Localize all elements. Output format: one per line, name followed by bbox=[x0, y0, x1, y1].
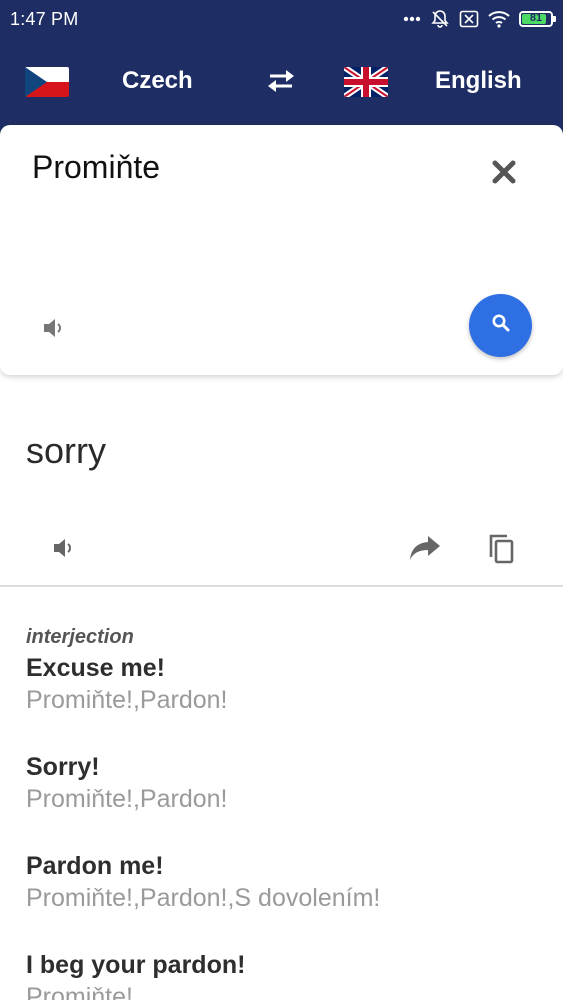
wifi-icon bbox=[488, 10, 510, 28]
list-item[interactable]: Pardon me! Promiňte!,Pardon!,S dovolením… bbox=[26, 850, 556, 949]
source-language-button[interactable]: Czech bbox=[122, 67, 193, 95]
status-icons: 81 bbox=[403, 9, 556, 29]
part-of-speech-label: interjection bbox=[26, 626, 134, 648]
search-icon bbox=[491, 313, 511, 338]
input-card: Promiňte bbox=[0, 125, 563, 375]
battery-indicator: 81 bbox=[519, 11, 556, 27]
status-bar: 1:47 PM 81 bbox=[0, 0, 563, 38]
copy-icon[interactable] bbox=[487, 533, 515, 570]
list-item[interactable]: Excuse me! Promiňte!,Pardon! bbox=[26, 652, 556, 751]
list-item[interactable]: I beg your pardon! Promiňte! bbox=[26, 949, 556, 1000]
entry-synonyms: Promiňte!,Pardon!,S dovolením! bbox=[26, 884, 381, 912]
sim-off-icon bbox=[459, 10, 479, 28]
source-text-input[interactable]: Promiňte bbox=[32, 149, 160, 186]
entry-term: I beg your pardon! bbox=[26, 951, 246, 979]
close-icon[interactable] bbox=[490, 158, 518, 191]
entry-synonyms: Promiňte!,Pardon! bbox=[26, 686, 228, 714]
search-button[interactable] bbox=[469, 294, 532, 357]
speaker-icon[interactable] bbox=[42, 317, 66, 344]
list-item[interactable]: Sorry! Promiňte!,Pardon! bbox=[26, 751, 556, 850]
entry-synonyms: Promiňte! bbox=[26, 983, 133, 1000]
target-language-button[interactable]: English bbox=[435, 67, 522, 95]
battery-percent: 81 bbox=[529, 12, 543, 24]
translation-speaker-icon[interactable] bbox=[52, 537, 76, 564]
uk-flag-icon[interactable] bbox=[344, 67, 388, 97]
translation-text: sorry bbox=[26, 430, 106, 471]
status-time: 1:47 PM bbox=[10, 9, 79, 29]
language-bar: Czech English bbox=[0, 48, 563, 114]
entry-term: Pardon me! bbox=[26, 852, 164, 880]
entry-term: Sorry! bbox=[26, 753, 100, 781]
share-icon[interactable] bbox=[408, 534, 442, 567]
entry-synonyms: Promiňte!,Pardon! bbox=[26, 785, 228, 813]
more-dots-icon bbox=[403, 16, 421, 22]
dictionary-list: Excuse me! Promiňte!,Pardon! Sorry! Prom… bbox=[26, 652, 556, 1000]
muted-bell-icon bbox=[430, 9, 450, 29]
divider bbox=[0, 585, 563, 587]
czech-flag-icon[interactable] bbox=[25, 67, 69, 97]
swap-arrows-icon[interactable] bbox=[266, 68, 296, 99]
entry-term: Excuse me! bbox=[26, 654, 165, 682]
